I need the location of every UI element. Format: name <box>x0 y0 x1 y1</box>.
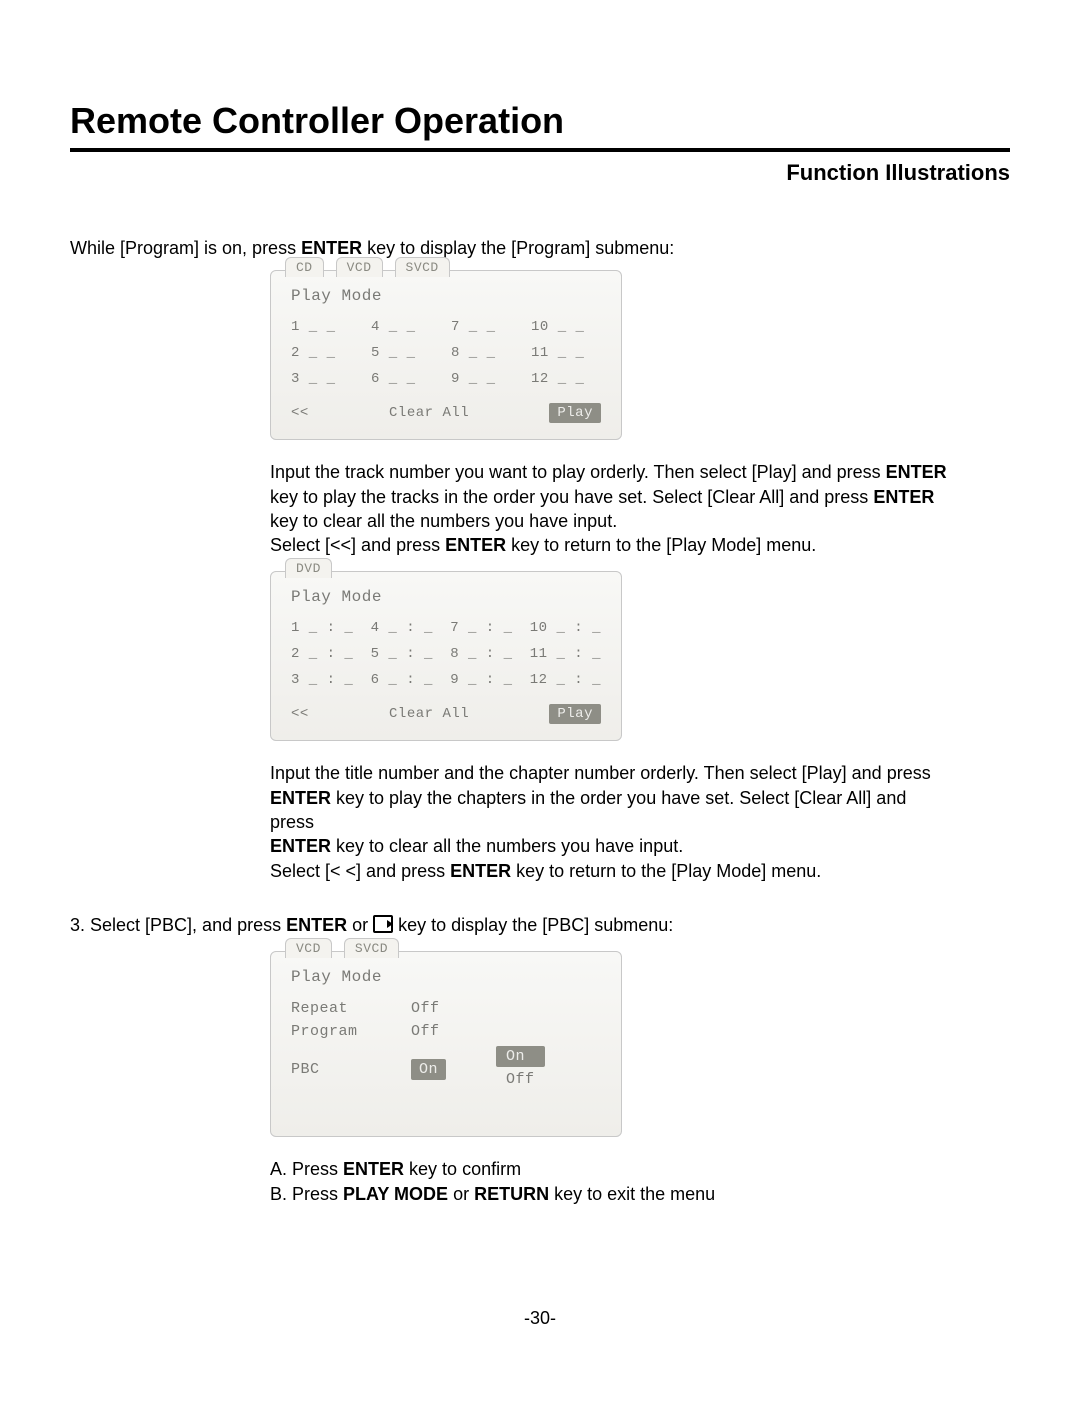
pbc-submenu: VCD SVCD Play Mode RepeatOff ProgramOff … <box>270 951 622 1137</box>
back-button[interactable]: << <box>291 706 309 722</box>
enter-key: ENTER <box>270 788 331 808</box>
text: key to display the [Program] submenu: <box>362 238 674 258</box>
row-label: Program <box>291 1023 381 1040</box>
instruction-para-2: Input the title number and the chapter n… <box>270 761 950 882</box>
slot[interactable]: 6 _ : _ <box>371 672 441 688</box>
tab-svcd[interactable]: SVCD <box>344 938 399 958</box>
section-subtitle: Function Illustrations <box>70 160 1010 186</box>
slot[interactable]: 9 _ _ <box>451 371 521 387</box>
row-value[interactable]: Off <box>411 1023 440 1040</box>
tab-dvd[interactable]: DVD <box>285 558 332 578</box>
pbc-dropdown: On Off <box>496 1046 545 1092</box>
slot[interactable]: 8 _ _ <box>451 345 521 361</box>
option-off[interactable]: Off <box>496 1069 545 1090</box>
slot[interactable]: 11 _ : _ <box>530 646 601 662</box>
option-on[interactable]: On <box>496 1046 545 1067</box>
row-label: Repeat <box>291 1000 381 1017</box>
tab-svcd[interactable]: SVCD <box>395 257 450 277</box>
instruction-para-1: Input the track number you want to play … <box>270 460 950 557</box>
program-submenu-dvd: DVD Play Mode 1 _ : _ 4 _ : _ 7 _ : _ 10… <box>270 571 622 741</box>
tail-steps: A. Press ENTER key to confirm B. Press P… <box>270 1157 950 1206</box>
slot[interactable]: 5 _ : _ <box>371 646 441 662</box>
title-rule <box>70 148 1010 152</box>
slot[interactable]: 10 _ _ <box>531 319 601 335</box>
text: key to return to the [Play Mode] menu. <box>506 535 816 555</box>
play-button[interactable]: Play <box>549 403 601 423</box>
slot[interactable]: 6 _ _ <box>371 371 441 387</box>
text: Input the track number you want to play … <box>270 462 886 482</box>
page-number: -30- <box>0 1308 1080 1329</box>
text: key to play the chapters in the order yo… <box>270 788 906 832</box>
slot[interactable]: 12 _ _ <box>531 371 601 387</box>
clear-all-button[interactable]: Clear All <box>389 706 469 722</box>
slot[interactable]: 5 _ _ <box>371 345 441 361</box>
slot[interactable]: 10 _ : _ <box>530 620 601 636</box>
screen-title: Play Mode <box>291 588 601 606</box>
slot[interactable]: 2 _ : _ <box>291 646 361 662</box>
enter-key: ENTER <box>286 915 347 935</box>
right-arrow-icon <box>373 915 393 933</box>
row-value[interactable]: Off <box>411 1000 440 1017</box>
text: key to exit the menu <box>549 1184 715 1204</box>
text: key to display the [PBC] submenu: <box>393 915 673 935</box>
row-label: PBC <box>291 1061 381 1078</box>
screen-title: Play Mode <box>291 968 601 986</box>
tab-cd[interactable]: CD <box>285 257 324 277</box>
slot[interactable]: 9 _ : _ <box>450 672 520 688</box>
slot[interactable]: 4 _ _ <box>371 319 441 335</box>
step-3: 3. Select [PBC], and press ENTER or key … <box>70 913 1010 937</box>
slot[interactable]: 7 _ _ <box>451 319 521 335</box>
text: Select [<<] and press <box>270 535 445 555</box>
row-value-selected[interactable]: On <box>411 1059 446 1080</box>
enter-key: ENTER <box>270 836 331 856</box>
text: key to clear all the numbers you have in… <box>331 836 683 856</box>
enter-key: ENTER <box>301 238 362 258</box>
slot[interactable]: 3 _ _ <box>291 371 361 387</box>
intro-text: While [Program] is on, press ENTER key t… <box>70 236 1010 260</box>
text: key to clear all the numbers you have in… <box>270 511 617 531</box>
text: 3. Select [PBC], and press <box>70 915 286 935</box>
slot[interactable]: 12 _ : _ <box>530 672 601 688</box>
slot[interactable]: 8 _ : _ <box>450 646 520 662</box>
enter-key: ENTER <box>445 535 506 555</box>
enter-key: ENTER <box>450 861 511 881</box>
tab-vcd[interactable]: VCD <box>285 938 332 958</box>
text: Input the title number and the chapter n… <box>270 763 931 783</box>
text: key to confirm <box>404 1159 521 1179</box>
text: Select [< <] and press <box>270 861 450 881</box>
text: key to return to the [Play Mode] menu. <box>511 861 821 881</box>
enter-key: ENTER <box>873 487 934 507</box>
text: key to play the tracks in the order you … <box>270 487 873 507</box>
page-title: Remote Controller Operation <box>70 100 1010 142</box>
slot[interactable]: 3 _ : _ <box>291 672 361 688</box>
play-button[interactable]: Play <box>549 704 601 724</box>
text: A. Press <box>270 1159 343 1179</box>
text: While [Program] is on, press <box>70 238 301 258</box>
enter-key: ENTER <box>886 462 947 482</box>
slot[interactable]: 4 _ : _ <box>371 620 441 636</box>
slot[interactable]: 1 _ _ <box>291 319 361 335</box>
text: or <box>448 1184 474 1204</box>
program-submenu-cd: CD VCD SVCD Play Mode 1 _ _ 4 _ _ 7 _ _ … <box>270 270 622 440</box>
play-mode-key: PLAY MODE <box>343 1184 448 1204</box>
return-key: RETURN <box>474 1184 549 1204</box>
slot[interactable]: 7 _ : _ <box>450 620 520 636</box>
tab-vcd[interactable]: VCD <box>336 257 383 277</box>
slot[interactable]: 2 _ _ <box>291 345 361 361</box>
back-button[interactable]: << <box>291 405 309 421</box>
slot[interactable]: 11 _ _ <box>531 345 601 361</box>
text: B. Press <box>270 1184 343 1204</box>
enter-key: ENTER <box>343 1159 404 1179</box>
text: or <box>347 915 373 935</box>
screen-title: Play Mode <box>291 287 601 305</box>
slot[interactable]: 1 _ : _ <box>291 620 361 636</box>
clear-all-button[interactable]: Clear All <box>389 405 469 421</box>
